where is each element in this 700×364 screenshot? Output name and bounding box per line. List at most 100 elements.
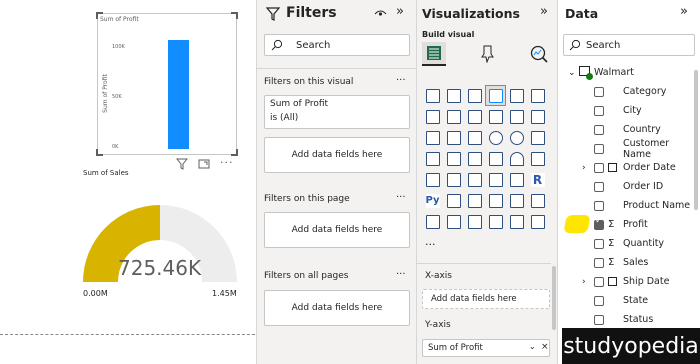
multi-row-card-icon[interactable]	[422, 169, 443, 190]
expand-chevron-icon[interactable]: ›	[582, 163, 586, 173]
pie-chart-icon[interactable]	[485, 127, 506, 148]
100-stacked-column-icon[interactable]	[527, 85, 548, 106]
qna-icon[interactable]	[485, 190, 506, 211]
donut-chart-icon[interactable]	[506, 127, 527, 148]
field-row[interactable]: City	[558, 101, 700, 120]
bar-chart-visual[interactable]: Sum of Profit Sum of Profit 100K 50K 0K	[96, 12, 238, 156]
add-fields-page[interactable]: Add data fields here	[264, 212, 410, 248]
smart-narrative-icon[interactable]	[506, 190, 527, 211]
arcgis-icon[interactable]	[443, 211, 464, 232]
field-checkbox[interactable]	[594, 295, 604, 306]
yaxis-field-pill[interactable]: Sum of Profit ⌄ ×	[422, 339, 550, 357]
collapse-chevron-icon[interactable]: ⌄	[568, 68, 576, 78]
expand-chevron-icon[interactable]: ›	[582, 277, 586, 287]
field-checkbox[interactable]	[594, 276, 604, 287]
field-checkbox[interactable]	[594, 181, 604, 192]
treemap-icon[interactable]	[527, 127, 548, 148]
profit-bar[interactable]	[168, 40, 189, 149]
resize-handle-tr[interactable]	[231, 12, 238, 19]
gauge-icon[interactable]	[506, 148, 527, 169]
yaxis-remove-icon[interactable]: ×	[541, 342, 549, 352]
100-stacked-bar-icon[interactable]	[506, 85, 527, 106]
get-more-visuals[interactable]: ···	[425, 238, 436, 251]
resize-handle-tl[interactable]	[96, 12, 103, 19]
filters-all-pages-more[interactable]: ···	[396, 269, 406, 280]
kpi-icon[interactable]	[443, 169, 464, 190]
yaxis-dropdown-icon[interactable]: ⌄	[529, 342, 536, 351]
resize-handle-bl[interactable]	[96, 149, 103, 156]
waterfall-icon[interactable]	[422, 127, 443, 148]
table-walmart[interactable]: ⌄ Walmart	[558, 63, 700, 82]
decomposition-tree-icon[interactable]	[464, 190, 485, 211]
area-chart-icon[interactable]	[443, 106, 464, 127]
build-visual-tab-icon[interactable]	[422, 42, 446, 66]
add-fields-all-pages[interactable]: Add data fields here	[264, 290, 410, 326]
funnel-icon[interactable]	[443, 127, 464, 148]
collapse-viz-icon[interactable]: »	[540, 4, 548, 19]
clustered-column-icon[interactable]	[485, 85, 506, 106]
data-scrollbar[interactable]	[694, 70, 698, 210]
field-row[interactable]: State	[558, 291, 700, 310]
goals-icon[interactable]	[527, 190, 548, 211]
filter-icon[interactable]	[175, 157, 189, 171]
r-visual-icon[interactable]: R	[527, 169, 548, 190]
filters-on-visual-more[interactable]: ···	[396, 75, 406, 86]
more-visuals-arrow-icon[interactable]	[527, 211, 548, 232]
paginated-report-icon[interactable]	[422, 211, 443, 232]
key-influencers-icon[interactable]	[443, 190, 464, 211]
field-row[interactable]: Country	[558, 120, 700, 139]
format-visual-tab-icon[interactable]	[478, 44, 498, 64]
analytics-tab-icon[interactable]	[528, 44, 550, 64]
field-checkbox[interactable]	[594, 257, 604, 268]
viz-scrollbar[interactable]	[552, 266, 556, 330]
stacked-area-icon[interactable]	[464, 106, 485, 127]
field-row[interactable]: Order ID	[558, 177, 700, 196]
more-options-icon[interactable]: ···	[220, 156, 234, 169]
shape-map-icon[interactable]	[464, 148, 485, 169]
field-checkbox[interactable]	[594, 162, 604, 173]
collapse-data-icon[interactable]: »	[680, 4, 688, 19]
ribbon-chart-icon[interactable]	[527, 106, 548, 127]
filters-on-page-more[interactable]: ···	[396, 192, 406, 203]
field-row[interactable]: Σ Quantity	[558, 234, 700, 253]
field-checkbox[interactable]	[594, 124, 604, 135]
eye-icon[interactable]	[373, 7, 387, 19]
map-icon[interactable]	[422, 148, 443, 169]
clustered-bar-icon[interactable]	[464, 85, 485, 106]
filled-map-icon[interactable]	[443, 148, 464, 169]
resize-handle-br[interactable]	[231, 149, 238, 156]
field-checkbox[interactable]	[594, 200, 604, 211]
filter-card-sum-of-profit[interactable]: Sum of Profit is (All)	[264, 95, 410, 129]
field-row[interactable]: Category	[558, 82, 700, 101]
metrics-icon[interactable]	[506, 211, 527, 232]
power-apps-icon[interactable]	[464, 211, 485, 232]
scatter-icon[interactable]	[464, 127, 485, 148]
python-visual-icon[interactable]: Py	[422, 190, 443, 211]
field-checkbox[interactable]	[594, 314, 604, 325]
matrix-icon[interactable]	[506, 169, 527, 190]
slicer-icon[interactable]	[464, 169, 485, 190]
line-clustered-column-icon[interactable]	[506, 106, 527, 127]
field-row[interactable]: › Ship Date	[558, 272, 700, 291]
collapse-filters-icon[interactable]: »	[396, 4, 404, 19]
field-checkbox[interactable]	[594, 143, 604, 154]
table-icon[interactable]	[485, 169, 506, 190]
add-fields-visual[interactable]: Add data fields here	[264, 137, 410, 173]
line-chart-icon[interactable]	[422, 106, 443, 127]
field-checkbox[interactable]	[594, 105, 604, 116]
field-row[interactable]: Σ Sales	[558, 253, 700, 272]
stacked-bar-icon[interactable]	[422, 85, 443, 106]
azure-map-icon[interactable]	[485, 148, 506, 169]
field-row[interactable]: Customer Name	[558, 138, 700, 160]
filters-search-box[interactable]: Search	[264, 34, 410, 56]
field-row[interactable]: Product Name	[558, 196, 700, 215]
card-icon[interactable]	[527, 148, 548, 169]
field-row[interactable]: Status	[558, 310, 700, 329]
field-row[interactable]: › Order Date	[558, 158, 700, 177]
power-automate-icon[interactable]	[485, 211, 506, 232]
xaxis-well[interactable]: Add data fields here	[422, 289, 550, 309]
line-stacked-column-icon[interactable]	[485, 106, 506, 127]
data-search-box[interactable]: Search	[563, 34, 695, 56]
field-checkbox[interactable]	[594, 86, 604, 97]
focus-mode-icon[interactable]	[197, 157, 211, 171]
